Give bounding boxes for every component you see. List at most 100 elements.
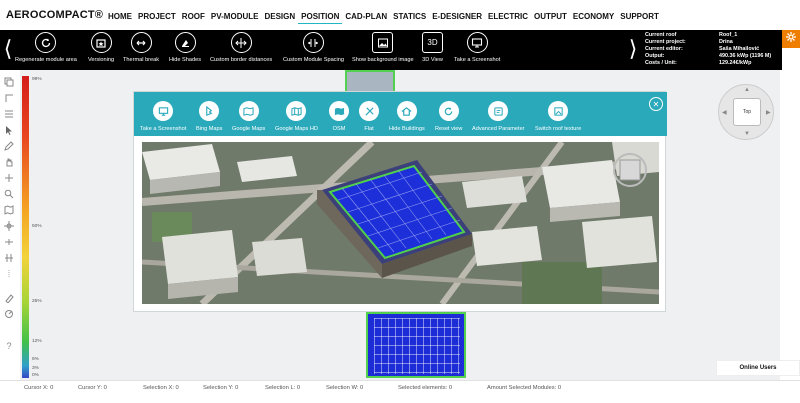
compass-top-face[interactable]: Top <box>733 98 761 126</box>
modal-button-label: Google Maps <box>232 126 266 132</box>
nav-project[interactable]: PROJECT <box>135 12 179 24</box>
versioning-button[interactable]: Versioning <box>88 32 114 63</box>
nav-statics[interactable]: STATICS <box>390 12 429 24</box>
info-key: Current roof <box>645 32 677 38</box>
arrow-right-icon[interactable]: ▶ <box>766 109 771 116</box>
toolbar-label: Regenerate module area <box>15 57 77 63</box>
map-icon <box>238 101 259 121</box>
hide-buildings-button[interactable]: Hide Buildings <box>389 101 425 132</box>
status-selection-x: Selection X: 0 <box>143 385 179 391</box>
eraser-icon[interactable] <box>3 292 15 304</box>
custom-border-distances-button[interactable]: Custom border distances <box>210 32 272 63</box>
list-icon[interactable] <box>3 108 15 120</box>
info-row: Current editor: Saša Mihailović <box>645 46 782 53</box>
modal-button-label: Advanced Parameter <box>472 126 525 132</box>
nav-output[interactable]: OUTPUT <box>531 12 570 24</box>
nav-design[interactable]: DESIGN <box>261 12 298 24</box>
modal-button-label: Bing Maps <box>196 126 223 132</box>
monitor-icon <box>466 32 488 53</box>
switch-roof-texture-button[interactable]: Switch roof texture <box>535 101 581 132</box>
google-maps-hd-button[interactable]: Google Maps HD <box>275 101 318 132</box>
satellite-3d-map-view[interactable] <box>142 142 659 304</box>
nav-position[interactable]: POSITION <box>298 12 343 24</box>
modal-screenshot-button[interactable]: Take a Screenshot <box>140 101 186 132</box>
modal-button-label: Google Maps HD <box>275 126 318 132</box>
3d-view-button[interactable]: 3D 3D View <box>422 32 443 63</box>
arrow-left-icon[interactable]: ◀ <box>722 109 727 116</box>
modal-button-label: Switch roof texture <box>535 126 582 132</box>
hide-shades-button[interactable]: Hide Shades <box>169 32 201 63</box>
close-icon[interactable]: ✕ <box>649 97 663 111</box>
module-field[interactable] <box>366 312 466 378</box>
gear-icon <box>785 30 797 48</box>
regenerate-module-area-button[interactable]: Regenerate module area <box>15 32 77 63</box>
status-selection-y: Selection Y: 0 <box>203 385 239 391</box>
flat-icon <box>359 101 379 121</box>
arrow-down-icon[interactable]: ▼ <box>744 131 750 137</box>
nav-support[interactable]: SUPPORT <box>617 12 662 24</box>
settings-button[interactable] <box>782 30 800 48</box>
align-icon[interactable] <box>3 236 15 248</box>
custom-module-spacing-button[interactable]: Custom Module Spacing <box>283 32 344 63</box>
nav-economy[interactable]: ECONOMY <box>570 12 617 24</box>
nav-home[interactable]: HOME <box>105 12 135 24</box>
info-row: Output: 490.36 kWp (1196 M) <box>645 53 782 60</box>
nav-pv-module[interactable]: PV-MODULE <box>208 12 262 24</box>
thermal-break-button[interactable]: Thermal break <box>123 32 159 63</box>
crosshair-icon[interactable] <box>3 220 15 232</box>
scale-label: 12% <box>32 339 42 344</box>
view-compass[interactable]: ▲ ▼ ◀ ▶ Top <box>718 84 774 140</box>
nav-e-designer[interactable]: E-DESIGNER <box>429 12 485 24</box>
nav-roof[interactable]: ROOF <box>179 12 208 24</box>
border-distance-icon <box>230 32 252 53</box>
nav-cad-plan[interactable]: CAD-PLAN <box>342 12 390 24</box>
help-icon[interactable]: ? <box>3 340 15 352</box>
dots-icon[interactable] <box>3 268 15 280</box>
info-value: Roof_1 <box>719 32 738 38</box>
bing-maps-button[interactable]: Bing Maps <box>196 101 222 132</box>
corner-icon[interactable] <box>3 92 15 104</box>
pointer-icon[interactable] <box>3 124 15 136</box>
flat-button[interactable]: Flat <box>359 101 379 132</box>
zoom-icon[interactable] <box>3 188 15 200</box>
info-key: Current editor: <box>645 46 683 52</box>
take-screenshot-button[interactable]: Take a Screenshot <box>454 32 500 63</box>
info-value: 129.24€/kWp <box>719 60 752 66</box>
toolbar-label: Custom Module Spacing <box>283 57 344 63</box>
columns-icon[interactable] <box>3 252 15 264</box>
move-icon[interactable] <box>3 172 15 184</box>
3d-icon: 3D <box>422 32 443 53</box>
status-bar: Cursor X: 0 Cursor Y: 0 Selection X: 0 S… <box>0 380 800 396</box>
toolbar-label: Custom border distances <box>210 57 273 63</box>
bing-icon <box>199 101 220 121</box>
info-row: Current roof Roof_1 <box>645 32 782 39</box>
online-users-panel[interactable]: Online Users <box>716 360 800 376</box>
app-root: AEROCOMPACT® HOME PROJECT ROOF PV-MODULE… <box>0 0 800 403</box>
map-hd-icon <box>286 101 307 121</box>
nav-electric[interactable]: ELECTRIC <box>485 12 531 24</box>
home-icon <box>396 101 417 121</box>
show-background-image-button[interactable]: Show background image <box>352 32 414 63</box>
google-maps-button[interactable]: Google Maps <box>232 101 265 132</box>
module-grid <box>374 318 460 374</box>
advanced-icon <box>488 101 509 121</box>
map-icon[interactable] <box>3 204 15 216</box>
toolbar-prev-arrow[interactable]: ⟨ <box>2 34 14 64</box>
toolbar-label: Versioning <box>88 57 115 63</box>
thermal-break-icon <box>130 32 152 53</box>
osm-button[interactable]: OSM <box>329 101 349 132</box>
info-value: Drina <box>719 39 733 45</box>
brush-icon[interactable] <box>3 308 15 320</box>
scale-label: 0% <box>32 373 39 378</box>
modal-button-label: Flat <box>364 126 374 132</box>
copy-icon[interactable] <box>3 76 15 88</box>
advanced-parameter-button[interactable]: Advanced Parameter <box>472 101 525 132</box>
toolbar-next-arrow[interactable]: ⟩ <box>627 34 639 64</box>
status-selected-elements: Selected elements: 0 <box>398 385 453 391</box>
pencil-icon[interactable] <box>3 140 15 152</box>
arrow-up-icon[interactable]: ▲ <box>744 87 750 93</box>
hand-icon[interactable] <box>3 156 15 168</box>
info-value: 490.36 kWp (1196 M) <box>719 53 772 59</box>
monitor-icon <box>153 101 174 121</box>
reset-view-button[interactable]: Reset view <box>435 101 462 132</box>
